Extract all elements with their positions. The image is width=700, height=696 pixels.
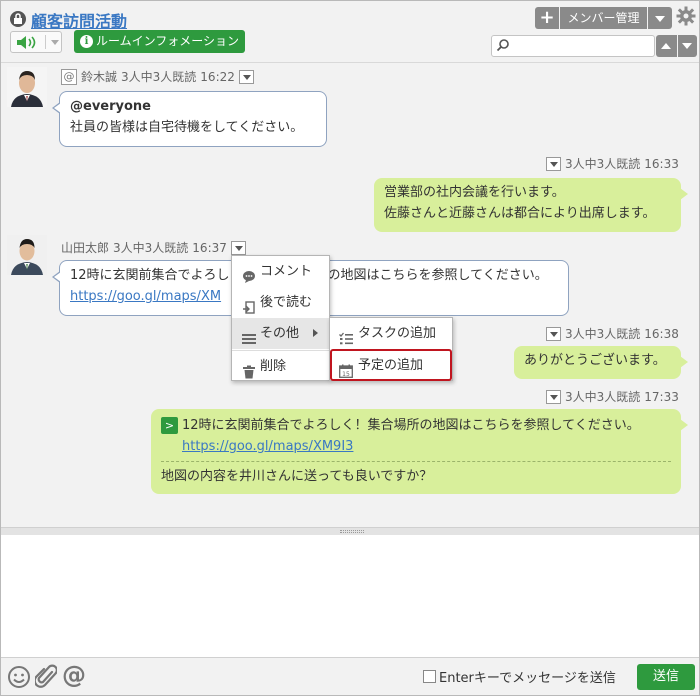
divider	[45, 35, 46, 49]
message-line: 営業部の社内会議を行います。	[384, 185, 565, 200]
member-dropdown-button[interactable]	[648, 7, 672, 29]
read-status[interactable]: 3人中3人既読	[565, 325, 640, 342]
message-link[interactable]: https://goo.gl/maps/XM	[70, 289, 221, 304]
resize-splitter[interactable]	[1, 527, 699, 535]
drag-handle[interactable]	[340, 530, 364, 533]
message-text: の地図はこちらを参照してください。	[327, 268, 548, 283]
message-time: 16:37	[192, 240, 227, 255]
message-meta: 3人中3人既読 16:33	[546, 155, 679, 172]
message-bubble[interactable]: 営業部の社内会議を行います。 佐藤さんと近藤さんは都合により出席します。	[374, 178, 688, 232]
mention-icon: @	[61, 68, 77, 85]
menu-item-label: その他	[260, 326, 300, 341]
message-menu-button[interactable]	[546, 156, 561, 171]
menu-item-read-later[interactable]: 後で読む	[232, 287, 329, 318]
quote-block[interactable]: >12時に玄関前集合でよろしく！集合場所の地図はこちらを参照してください。 ht…	[161, 415, 671, 457]
menu-item-label: 後で読む	[260, 295, 313, 310]
message-time: 17:33	[644, 389, 679, 404]
message-time: 16:33	[644, 156, 679, 171]
notification-sound-button[interactable]	[10, 31, 62, 53]
message-search-input[interactable]	[491, 35, 655, 57]
message-menu-button[interactable]	[230, 240, 246, 255]
read-status[interactable]: 3人中3人既読	[113, 239, 188, 256]
menu-item-label: コメント	[260, 264, 313, 279]
quote-divider	[161, 461, 671, 462]
emoji-icon[interactable]	[7, 665, 31, 693]
message-bubble[interactable]: @everyone 社員の皆様は自宅待機をしてください。	[52, 91, 327, 147]
avatar[interactable]	[7, 235, 47, 275]
menu-item-delete[interactable]: 削除	[232, 351, 329, 382]
room-header: 顧客訪問活動 i ルームインフォメーション + メンバー管理	[1, 1, 699, 63]
chevron-down-icon	[655, 16, 665, 22]
send-button[interactable]: 送信	[637, 664, 695, 690]
message-line: ありがとうございます。	[524, 353, 666, 368]
chevron-down-icon	[51, 40, 59, 45]
message-timeline[interactable]: @ 鈴木誠 3人中3人既読 16:22 @everyone 社員の皆様は自宅待機…	[1, 63, 699, 527]
menu-item-other[interactable]: その他	[232, 318, 329, 349]
composer-toolbar: @ Enterキーでメッセージを送信 送信	[1, 657, 699, 695]
mention-icon[interactable]: @	[62, 661, 86, 689]
room-info-label: ルームインフォメーション	[96, 34, 240, 48]
menu-item-label: 削除	[260, 359, 287, 374]
message-bubble[interactable]: >12時に玄関前集合でよろしく！集合場所の地図はこちらを参照してください。 ht…	[151, 409, 688, 494]
author-name: 山田太郎	[61, 241, 110, 255]
info-icon: i	[80, 35, 93, 48]
message-link[interactable]: https://goo.gl/maps/XM9I3	[182, 439, 353, 454]
member-management-button[interactable]: メンバー管理	[560, 7, 647, 29]
message-menu-button[interactable]	[238, 69, 254, 84]
enter-to-send-label[interactable]: Enterキーでメッセージを送信	[439, 667, 616, 686]
message-line: 地図の内容を井川さんに送っても良いですか？	[161, 469, 433, 484]
message-meta: 山田太郎 3人中3人既読 16:37	[61, 239, 246, 256]
author-name: 鈴木誠	[81, 70, 118, 84]
trash-icon	[242, 360, 256, 391]
quote-text: 12時に玄関前集合でよろしく！集合場所の地図はこちらを参照してください。	[182, 418, 640, 433]
message-time: 16:22	[200, 69, 235, 84]
room-title[interactable]: 顧客訪問活動	[31, 8, 127, 32]
message-meta: 3人中3人既読 16:38	[546, 325, 679, 342]
read-status[interactable]: 3人中3人既読	[565, 388, 640, 405]
lock-icon	[10, 11, 26, 27]
speaker-icon	[16, 35, 40, 54]
message-input[interactable]	[1, 535, 699, 657]
menu-item-add-task[interactable]: タスクの追加	[330, 318, 452, 349]
chevron-right-icon	[313, 329, 318, 337]
message-menu-button[interactable]	[546, 389, 561, 404]
menu-item-label: タスクの追加	[358, 326, 437, 341]
chat-window: 顧客訪問活動 i ルームインフォメーション + メンバー管理 @ 鈴木誠 3人中…	[0, 0, 700, 696]
add-button[interactable]: +	[535, 7, 559, 29]
search-icon	[496, 38, 510, 56]
quote-icon: >	[161, 417, 178, 434]
message-context-menu: コメント 後で読む その他 削除	[231, 255, 330, 381]
gear-icon[interactable]	[676, 6, 696, 30]
chevron-down-icon	[682, 43, 692, 49]
message-meta: 3人中3人既読 17:33	[546, 388, 679, 405]
message-line: 社員の皆様は自宅待機をしてください。	[70, 120, 304, 135]
read-status[interactable]: 3人中3人既読	[121, 68, 196, 85]
search-next-button[interactable]	[678, 35, 697, 57]
message-text: 12時に玄関前集合でよろし	[70, 268, 230, 283]
read-status[interactable]: 3人中3人既読	[565, 155, 640, 172]
message-meta: @ 鈴木誠 3人中3人既読 16:22	[61, 68, 254, 85]
message-line: @everyone	[70, 99, 151, 114]
menu-item-comment[interactable]: コメント	[232, 256, 329, 287]
avatar[interactable]	[7, 67, 47, 107]
highlight-box	[330, 349, 452, 381]
message-bubble[interactable]: ありがとうございます。	[514, 346, 688, 379]
search-prev-button[interactable]	[656, 35, 677, 57]
message-time: 16:38	[644, 326, 679, 341]
message-menu-button[interactable]	[546, 326, 561, 341]
room-info-button[interactable]: i ルームインフォメーション	[74, 30, 246, 53]
message-line: 佐藤さんと近藤さんは都合により出席します。	[384, 206, 656, 221]
enter-to-send-checkbox[interactable]	[423, 670, 436, 683]
paperclip-icon[interactable]	[33, 664, 58, 694]
chevron-up-icon	[661, 43, 671, 49]
